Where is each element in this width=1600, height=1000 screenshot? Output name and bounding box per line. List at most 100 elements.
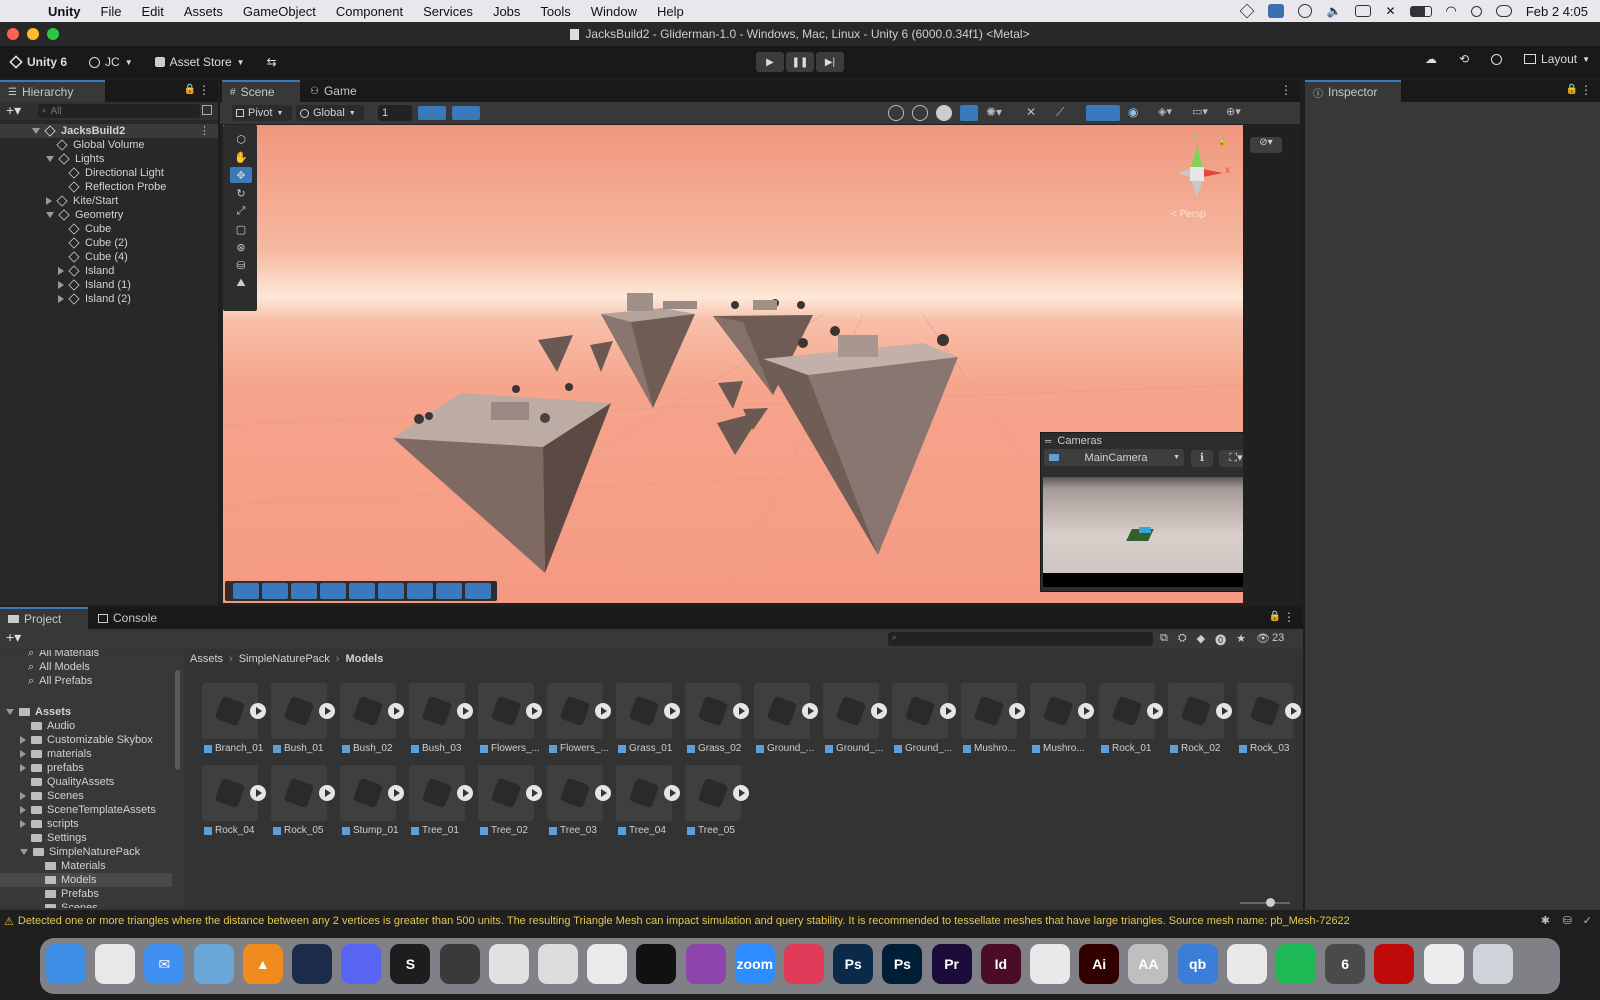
zoom-window-button[interactable] <box>47 28 59 40</box>
step-button[interactable]: ▶| <box>816 52 844 72</box>
add-icon[interactable]: +▾ <box>6 102 21 119</box>
expand-asset-icon[interactable] <box>319 785 335 801</box>
hierarchy-row[interactable]: Island (1) <box>0 278 131 292</box>
camera-overlay-icon[interactable] <box>436 583 462 599</box>
search-overlay-icon[interactable] <box>378 583 404 599</box>
project-tree-row[interactable]: scripts <box>0 817 172 831</box>
move-overlay-icon[interactable] <box>233 583 259 599</box>
collapse-arrow-icon[interactable] <box>58 295 64 303</box>
acrobat-reader-icon[interactable] <box>1374 944 1415 984</box>
collapse-arrow-icon[interactable] <box>58 281 64 289</box>
add-icon[interactable]: +▾ <box>6 629 21 646</box>
expand-asset-icon[interactable] <box>595 785 611 801</box>
project-tree-row[interactable]: Models <box>0 873 172 887</box>
bluetooth-icon[interactable]: ✕ <box>1385 4 1395 18</box>
illustrator-icon[interactable]: Ai <box>1079 944 1120 984</box>
collapse-arrow-icon[interactable] <box>20 736 26 744</box>
unity-status-icon[interactable] <box>1240 3 1255 19</box>
effects-icon[interactable]: ✺▾ <box>986 105 1008 121</box>
play-button[interactable]: ▶ <box>756 52 784 72</box>
camera-select[interactable]: MainCamera ▼ <box>1044 449 1184 466</box>
lock-icon[interactable]: 🔒 <box>184 84 196 95</box>
acrobat-icon[interactable] <box>1030 944 1070 984</box>
scale-tool-button[interactable]: ⤢ <box>230 203 252 219</box>
volume-icon[interactable]: 🔈 <box>1326 4 1341 18</box>
project-tree-row[interactable]: Settings <box>0 831 172 845</box>
hierarchy-row[interactable]: Island (2) <box>0 292 131 306</box>
tab-game[interactable]: ⚇ Game <box>302 80 372 102</box>
hierarchy-row[interactable]: Cube (2) <box>0 236 128 250</box>
tab-hierarchy[interactable]: ☰ Hierarchy <box>0 80 105 102</box>
font-book-icon[interactable]: AA <box>1128 944 1169 984</box>
zoom-icon[interactable]: zoom <box>734 944 775 984</box>
expand-asset-icon[interactable] <box>1285 703 1301 719</box>
hierarchy-root-row[interactable]: JacksBuild2 ⋮ <box>0 124 218 138</box>
hierarchy-row[interactable]: Lights <box>0 152 104 166</box>
camera-fullscreen-button[interactable]: ⛶▾ <box>1219 450 1243 467</box>
view-tool-button[interactable]: ⬡ <box>230 131 252 147</box>
warning-filter-icon[interactable]: ⓿ <box>1215 632 1226 648</box>
unity-icon[interactable] <box>636 944 677 984</box>
hierarchy-search-input[interactable] <box>50 105 181 117</box>
persp-label[interactable]: < Persp <box>1171 209 1206 220</box>
expand-asset-icon[interactable] <box>1216 703 1232 719</box>
cursor-icon[interactable] <box>538 944 578 984</box>
breadcrumb-simplenaturepack[interactable]: SimpleNaturePack <box>239 653 330 665</box>
expand-asset-icon[interactable] <box>1147 703 1163 719</box>
rect-tool-button[interactable]: ▢ <box>230 221 252 237</box>
tab-console[interactable]: Console <box>90 607 170 629</box>
expand-arrow-icon[interactable] <box>6 709 14 715</box>
bug-icon[interactable]: ✱ <box>1541 914 1550 927</box>
transform-tool-button[interactable]: ⊛ <box>230 239 252 255</box>
expand-asset-icon[interactable] <box>388 703 404 719</box>
unity-6-icon[interactable]: 6 <box>1325 944 1366 984</box>
orientation-icon[interactable]: ⊕▾ <box>1226 105 1252 121</box>
favorite-item[interactable]: ⌕ All Models <box>28 660 90 674</box>
snap-increment-icon[interactable] <box>452 106 480 120</box>
filter-type-icon[interactable]: ⛭ <box>1178 632 1187 648</box>
pan-overlay-icon[interactable] <box>407 583 433 599</box>
expand-arrow-icon[interactable] <box>46 212 54 218</box>
vlc-icon[interactable]: ▲ <box>242 944 283 984</box>
close-window-button[interactable] <box>7 28 19 40</box>
unity-6-button[interactable]: Unity 6 <box>4 51 73 73</box>
menu-help[interactable]: Help <box>657 4 684 19</box>
hierarchy-row[interactable]: Cube (4) <box>0 250 128 264</box>
zoom-slider-thumb[interactable] <box>1266 898 1275 907</box>
expand-asset-icon[interactable] <box>526 703 542 719</box>
more-options-icon[interactable]: ⋮ <box>1580 83 1592 97</box>
wifi-icon[interactable]: ◠ <box>1446 3 1457 19</box>
creative-cloud-icon[interactable] <box>784 944 824 984</box>
steam-icon[interactable] <box>292 944 332 984</box>
custom-tool-button[interactable]: ⛁ <box>230 257 252 273</box>
photoshop-icon[interactable]: Ps <box>882 944 923 984</box>
asset-store-dropdown[interactable]: Asset Store ▼ <box>149 51 251 73</box>
project-tree-row[interactable]: Customizable Skybox <box>0 733 172 747</box>
more-options-icon[interactable]: ⋮ <box>1283 610 1295 624</box>
expand-asset-icon[interactable] <box>388 785 404 801</box>
expand-arrow-icon[interactable] <box>46 156 54 162</box>
lock-icon[interactable]: 🔒 <box>1269 611 1281 622</box>
hierarchy-row[interactable]: Geometry <box>0 208 123 222</box>
lit-icon[interactable] <box>960 105 978 121</box>
collapse-arrow-icon[interactable] <box>20 764 26 772</box>
vscode-icon[interactable] <box>587 944 628 984</box>
project-tree-row[interactable]: Materials <box>0 859 172 873</box>
cloud-icon[interactable]: ☁ <box>1425 52 1437 66</box>
control-center-icon[interactable] <box>1495 5 1512 17</box>
breadcrumb-models[interactable]: Models <box>345 653 383 665</box>
fx-toggle-icon[interactable]: ⟋ <box>1056 105 1078 121</box>
menu-gameobject[interactable]: GameObject <box>243 4 316 19</box>
project-tree-row[interactable]: Audio <box>0 719 172 733</box>
label-icon[interactable]: ◆ <box>1197 632 1205 648</box>
settings-overlay-icon[interactable] <box>262 583 288 599</box>
chrome-icon[interactable] <box>1226 944 1267 984</box>
collapse-arrow-icon[interactable] <box>20 806 26 814</box>
project-tree-row[interactable]: SceneTemplateAssets <box>0 803 172 817</box>
move-tool-button[interactable]: ✥ <box>230 167 252 183</box>
expand-asset-icon[interactable] <box>250 785 266 801</box>
spotify-icon[interactable] <box>1276 944 1316 984</box>
tab-project[interactable]: Project <box>0 607 88 629</box>
expand-asset-icon[interactable] <box>1009 703 1025 719</box>
indesign-icon[interactable]: Id <box>980 944 1021 984</box>
